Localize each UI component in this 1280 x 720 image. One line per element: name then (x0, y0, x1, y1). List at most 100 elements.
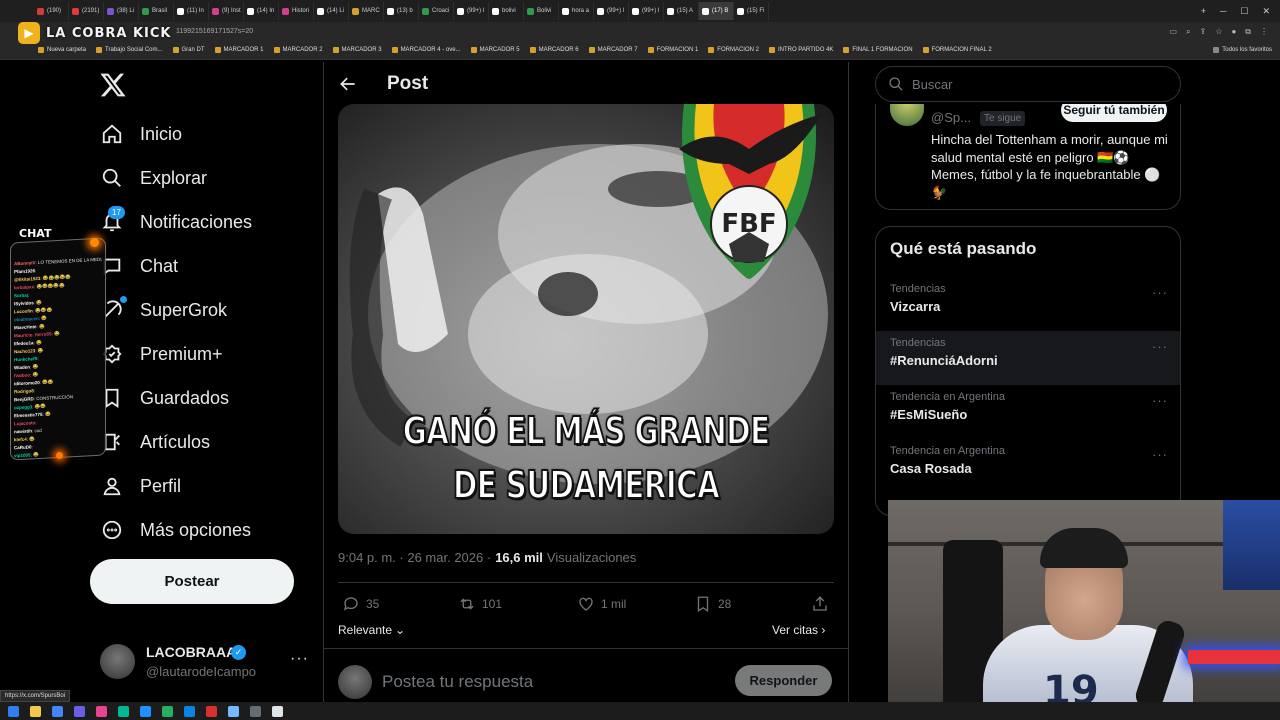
extension-icon[interactable]: ● (1231, 27, 1236, 37)
taskbar-app-icon[interactable] (228, 705, 239, 717)
bookmark-item[interactable]: MARCADOR 4 - ove... (391, 47, 461, 53)
divider (324, 648, 848, 649)
follow-back-button[interactable]: Seguir tú también (1061, 104, 1167, 122)
taskbar-app-icon[interactable] (140, 705, 151, 717)
nav-item-perfil[interactable]: Perfil (100, 466, 181, 506)
share-icon[interactable]: ⇪ (1200, 27, 1207, 37)
bookmark-label: FORMACION FINAL 2 (931, 47, 992, 53)
browser-tab[interactable]: (14) Li (314, 2, 349, 20)
trend-name: Casa Rosada (890, 461, 972, 476)
back-arrow-icon[interactable] (338, 74, 358, 94)
share-button[interactable] (811, 594, 829, 614)
more-options-icon[interactable]: ··· (1152, 393, 1168, 408)
like-button[interactable]: 1 mil (577, 594, 626, 614)
search-box[interactable] (875, 66, 1181, 102)
taskbar-app-icon[interactable] (184, 705, 195, 717)
taskbar-app-icon[interactable] (8, 705, 19, 717)
bookmark-item[interactable]: INTRO PARTIDO 4K (768, 47, 833, 53)
bookmark-item[interactable]: MARCADOR 5 (470, 47, 520, 53)
close-window-icon[interactable]: ✕ (1262, 6, 1270, 17)
all-bookmarks-folder[interactable]: Todos los favoritos (1213, 47, 1280, 53)
browser-tab[interactable]: MARC (349, 2, 384, 20)
trend-item[interactable]: Tendencias #RenunciáAdorni ··· (876, 331, 1180, 385)
browser-tab[interactable]: hora a (559, 2, 594, 20)
more-options-icon[interactable]: ··· (1152, 285, 1168, 300)
browser-tab[interactable]: (99+) I (454, 2, 489, 20)
x-logo-icon[interactable] (99, 71, 127, 99)
nav-item-supergrok[interactable]: SuperGrok (100, 290, 227, 330)
url-text[interactable]: 1199215169171527s=20 (176, 28, 253, 35)
browser-tab[interactable]: (13) b (384, 2, 419, 20)
browser-tab[interactable]: (15) Fi (734, 2, 769, 20)
nav-item-chat[interactable]: Chat (100, 246, 178, 286)
zoom-icon[interactable]: ⌕ (1186, 27, 1190, 37)
taskbar-app-icon[interactable] (30, 705, 41, 717)
browser-tab[interactable]: Bolivi (524, 2, 559, 20)
bookmark-item[interactable]: MARCADOR 3 (332, 47, 382, 53)
browser-tab[interactable]: (9) Inst (209, 2, 244, 20)
user-handle[interactable]: @Sp... (931, 110, 971, 125)
taskbar-app-icon[interactable] (272, 705, 283, 717)
reply-input[interactable] (382, 670, 712, 694)
browser-tab[interactable]: Histori (279, 2, 314, 20)
more-options-icon[interactable]: ··· (290, 650, 309, 668)
bookmark-item[interactable]: MARCADOR 6 (529, 47, 579, 53)
taskbar-app-icon[interactable] (118, 705, 129, 717)
menu-icon[interactable]: ⋮ (1260, 27, 1268, 37)
bookmark-button[interactable]: 28 (694, 594, 731, 614)
bookmark-label: FORMACION 1 (656, 47, 699, 53)
browser-tab[interactable]: (99+) I (629, 2, 664, 20)
cast-icon[interactable]: ▭ (1170, 27, 1178, 37)
maximize-icon[interactable]: ☐ (1240, 6, 1248, 17)
browser-tab[interactable]: (11) In (174, 2, 209, 20)
bookmark-item[interactable]: FORMACION 1 (647, 47, 699, 53)
nav-item-artículos[interactable]: Artículos (100, 422, 210, 462)
post-media-image[interactable]: FBF GANÓ EL MÁS GRANDE DE SUDAMERICA (338, 104, 834, 534)
bookmark-item[interactable]: MARCADOR 1 (214, 47, 264, 53)
trend-item[interactable]: Tendencia en Argentina #EsMiSueño ··· (876, 385, 1180, 439)
browser-tab[interactable]: bolivi (489, 2, 524, 20)
avatar[interactable] (890, 104, 924, 126)
taskbar-app-icon[interactable] (206, 705, 217, 717)
taskbar-app-icon[interactable] (74, 705, 85, 717)
repost-button[interactable]: 101 (458, 594, 502, 614)
tab-favicon-icon (37, 7, 44, 15)
browser-tab[interactable]: (17) B (699, 2, 734, 20)
search-input[interactable] (912, 76, 1152, 92)
trend-item[interactable]: Tendencias Vizcarra ··· (876, 277, 1180, 331)
minimize-icon[interactable]: ─ (1220, 6, 1226, 16)
reply-button[interactable]: 35 (342, 594, 379, 614)
nav-item-explorar[interactable]: Explorar (100, 158, 207, 198)
reply-submit-button[interactable]: Responder (735, 665, 832, 696)
browser-tab[interactable]: Croaci (419, 2, 454, 20)
bookmark-item[interactable]: FORMACION FINAL 2 (922, 47, 992, 53)
more-options-icon[interactable]: ··· (1152, 447, 1168, 462)
more-options-icon[interactable]: ··· (1152, 339, 1168, 354)
new-tab-icon[interactable]: + (1201, 6, 1206, 16)
puzzle-icon[interactable]: ⧉ (1245, 27, 1251, 37)
browser-tab[interactable]: (99+) I (594, 2, 629, 20)
nav-item-inicio[interactable]: Inicio (100, 114, 182, 154)
taskbar-app-icon[interactable] (96, 705, 107, 717)
taskbar-app-icon[interactable] (250, 705, 261, 717)
star-icon[interactable]: ☆ (1215, 27, 1222, 37)
view-quotes-link[interactable]: Ver citas › (772, 623, 825, 637)
bookmark-item[interactable]: FINAL 1 FORMACION (843, 47, 913, 53)
bookmark-item[interactable]: Gran DT (172, 47, 205, 53)
browser-tab[interactable]: (14) In (244, 2, 279, 20)
reply-sort-dropdown[interactable]: Relevante ⌄ (338, 623, 405, 637)
post-timestamp[interactable]: 9:04 p. m. · 26 mar. 2026 · (338, 550, 491, 565)
trend-item[interactable]: Tendencia en Argentina Casa Rosada ··· (876, 439, 1180, 493)
nav-item-premium-[interactable]: Premium+ (100, 334, 223, 374)
post-button[interactable]: Postear (90, 559, 294, 604)
nav-item-más-opciones[interactable]: Más opciones (100, 510, 251, 550)
bookmark-item[interactable]: MARCADOR 7 (588, 47, 638, 53)
account-switcher[interactable]: LACOBRAAA ✓ @lautarodeIcampo ··· (100, 642, 320, 682)
browser-tab[interactable]: (15) A (664, 2, 699, 20)
taskbar-app-icon[interactable] (162, 705, 173, 717)
nav-item-guardados[interactable]: Guardados (100, 378, 229, 418)
bookmark-item[interactable]: FORMACION 2 (708, 47, 759, 53)
taskbar-app-icon[interactable] (52, 705, 63, 717)
address-bar[interactable]: 1199215169171527s=20 ▭ ⌕ ⇪ ☆ ● ⧉ ⋮ (0, 22, 1280, 41)
bookmark-item[interactable]: MARCADOR 2 (273, 47, 323, 53)
